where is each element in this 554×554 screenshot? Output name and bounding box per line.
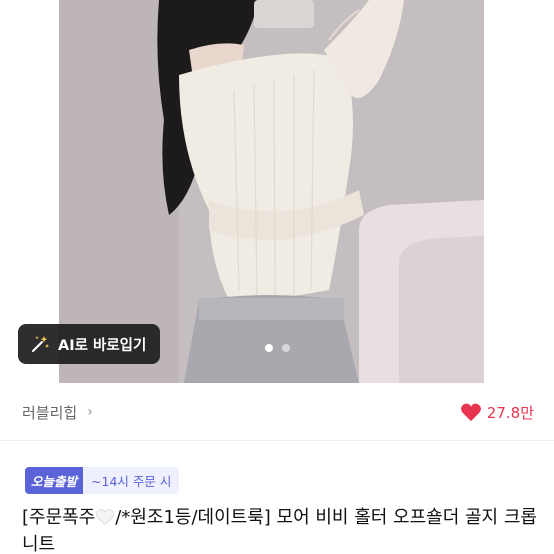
shop-name: 러블리힙	[22, 403, 78, 422]
like-count: 27.8만	[486, 403, 534, 422]
white-heart-icon	[95, 507, 115, 525]
shipping-cutoff-badge: ~14시 주문 시	[83, 467, 180, 494]
product-image-gallery[interactable]: AI로 바로입기	[0, 0, 554, 383]
delivery-badges: 오늘출발 ~14시 주문 시	[25, 467, 180, 494]
product-title: [주문폭주/*원조1등/데이트룩] 모어 비비 홀터 오프숄더 골지 크롭 니트	[22, 504, 542, 554]
shop-link[interactable]: 러블리힙 ›	[22, 402, 93, 423]
heart-icon	[460, 403, 481, 422]
today-shipping-badge: 오늘출발	[25, 467, 84, 494]
like-button[interactable]: 27.8만	[460, 402, 534, 423]
shop-row: 러블리힙 › 27.8만	[0, 390, 554, 434]
carousel-indicator	[0, 344, 554, 352]
section-divider	[0, 440, 554, 441]
carousel-dot-1[interactable]	[264, 344, 273, 352]
carousel-dot-2[interactable]	[281, 344, 290, 352]
chevron-right-icon: ›	[87, 404, 93, 420]
product-title-part1: [주문폭주	[22, 507, 96, 528]
